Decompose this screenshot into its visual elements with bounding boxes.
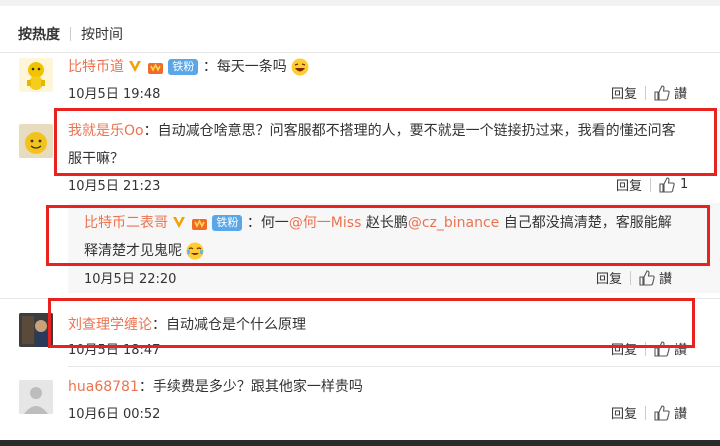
comment-line: 比特币道 铁粉 ：每天一条吗 — [68, 56, 309, 76]
avatar[interactable] — [19, 124, 53, 158]
comment-line: hua68781：手续费是多少？跟其他家一样贵吗 — [68, 376, 363, 396]
timestamp: 10月6日 00:52 — [68, 407, 161, 422]
action-separator — [650, 177, 652, 192]
comment-actions: 回复 讃 — [611, 403, 687, 422]
comment-text: 每天一条吗 — [216, 59, 287, 75]
sort-bar: 按热度 按时间 — [18, 24, 123, 44]
username[interactable]: hua68781 — [68, 379, 139, 395]
comment-actions: 回复 1 — [616, 175, 688, 194]
bottom-strip — [0, 440, 720, 446]
like-button[interactable]: 讃 — [674, 83, 687, 102]
comment-text: 手续费是多少？跟其他家一样贵吗 — [152, 379, 363, 395]
divider — [68, 366, 720, 367]
highlight-box — [54, 108, 717, 176]
timestamp: 10月5日 21:23 — [68, 179, 161, 194]
top-border — [0, 0, 720, 6]
reply-button[interactable]: 回复 — [611, 83, 637, 102]
avatar[interactable] — [19, 58, 53, 92]
sort-by-time-tab[interactable]: 按时间 — [81, 24, 123, 44]
highlight-box — [48, 298, 695, 348]
reply-button[interactable]: 回复 — [596, 268, 622, 287]
reply-button[interactable]: 回复 — [616, 175, 642, 194]
avatar[interactable] — [19, 380, 53, 414]
member-crown-icon — [147, 63, 163, 74]
sort-separator — [70, 27, 71, 41]
colon: ： — [202, 59, 217, 75]
highlight-box — [46, 205, 710, 266]
comment-actions: 回复 讃 — [611, 83, 687, 102]
action-separator — [630, 270, 632, 285]
timestamp: 10月5日 22:20 — [84, 272, 177, 287]
action-separator — [645, 405, 647, 420]
comment-actions: 回复 讃 — [596, 268, 672, 287]
thumbs-up-icon[interactable] — [654, 404, 670, 421]
divider — [0, 52, 720, 53]
action-separator — [645, 85, 647, 100]
thumbs-up-icon[interactable] — [639, 269, 655, 286]
colon: ： — [138, 379, 153, 395]
timestamp: 10月5日 19:48 — [68, 87, 161, 102]
verified-v-icon — [129, 61, 142, 72]
like-button[interactable]: 讃 — [674, 403, 687, 422]
sort-by-hot-tab[interactable]: 按热度 — [18, 24, 60, 44]
laughing-emoji-icon — [291, 58, 309, 76]
thumbs-up-icon[interactable] — [659, 176, 675, 193]
fans-badge: 铁粉 — [168, 59, 199, 75]
like-button[interactable]: 讃 — [659, 268, 672, 287]
username[interactable]: 比特币道 — [68, 59, 124, 75]
thumbs-up-icon[interactable] — [654, 84, 670, 101]
reply-button[interactable]: 回复 — [611, 403, 637, 422]
like-count: 1 — [680, 177, 689, 192]
